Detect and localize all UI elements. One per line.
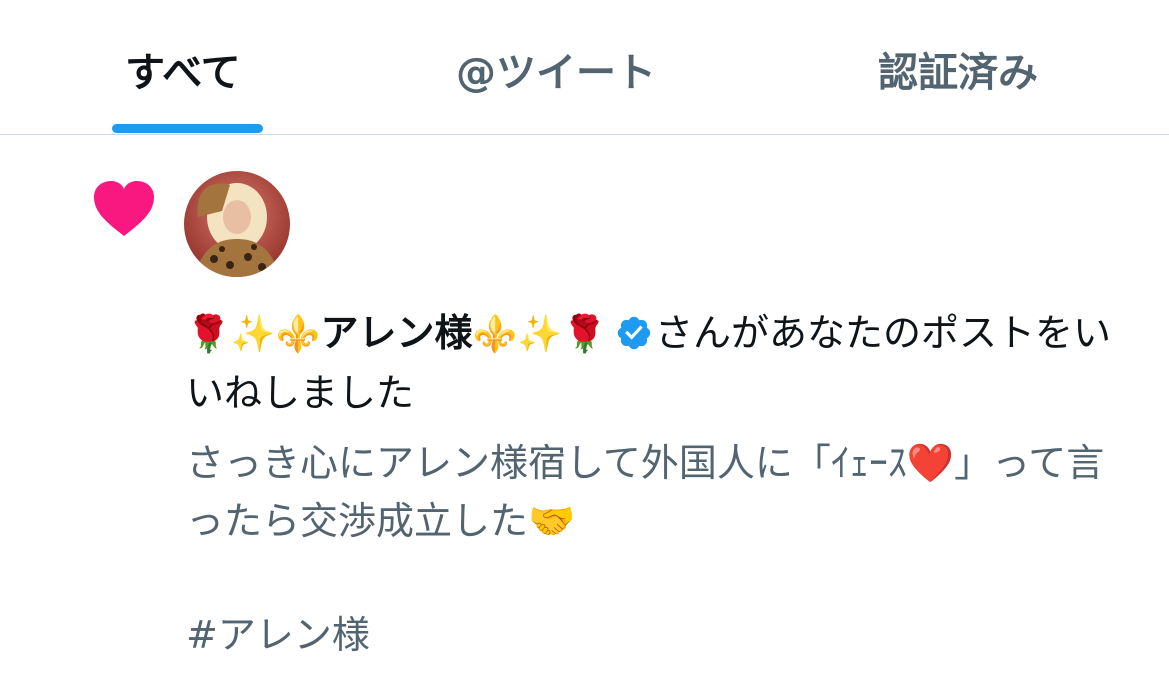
name-prefix-emoji: 🌹✨⚜️	[186, 314, 321, 355]
verified-badge-icon	[617, 316, 651, 350]
tab-all[interactable]: すべて	[125, 40, 241, 98]
tab-verified[interactable]: 認証済み	[878, 40, 1038, 98]
notification-tabs: すべて @ツイート 認証済み	[0, 0, 1169, 135]
liked-tweet-text[interactable]: さっき心にアレン様宿して外国人に「ｲｪｰｽ❤️」って言ったら交渉成立した🤝	[186, 434, 1136, 550]
name-suffix-emoji: ⚜️✨🌹	[472, 314, 607, 355]
tab-mentions[interactable]: @ツイート	[456, 40, 656, 98]
like-notification-text[interactable]: 🌹✨⚜️アレン様⚜️✨🌹 さんがあなたのポストをいいねしました	[186, 304, 1136, 422]
hashtag-link[interactable]: #アレン様	[186, 606, 370, 664]
heart-icon	[94, 181, 154, 236]
avatar[interactable]	[184, 171, 290, 277]
active-tab-indicator	[112, 124, 263, 133]
user-name[interactable]: アレン様	[320, 311, 472, 355]
